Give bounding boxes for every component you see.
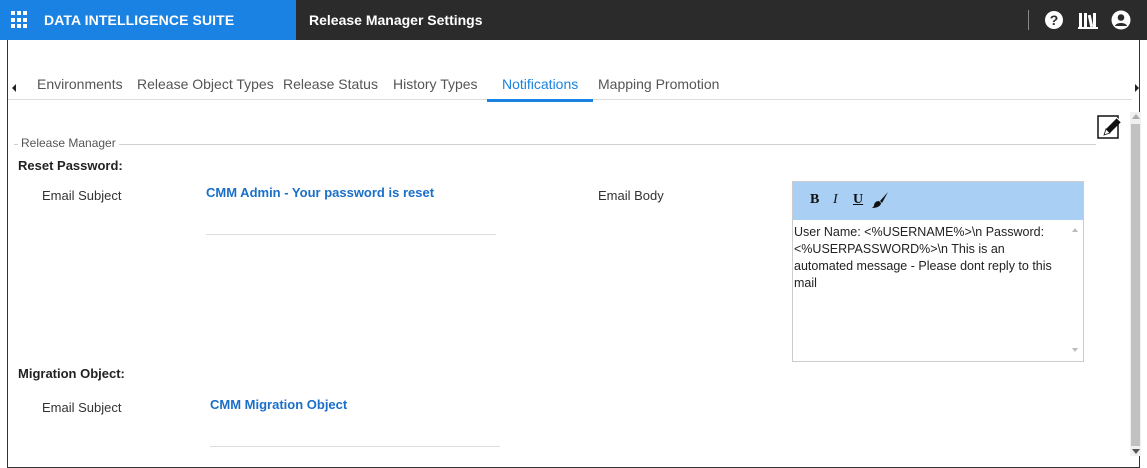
group-divider: [14, 144, 1096, 145]
editor-scroll-up-icon[interactable]: [1072, 228, 1078, 232]
tab-environments[interactable]: Environments: [37, 76, 123, 92]
tab-release-status[interactable]: Release Status: [283, 76, 378, 92]
tab-scroll-right-icon[interactable]: [1135, 84, 1139, 92]
tab-scroll-left-icon[interactable]: [12, 84, 16, 92]
help-icon[interactable]: ?: [1045, 11, 1063, 29]
email-body-editor[interactable]: B I U User Name: <%USERNAME%>\n Password…: [792, 181, 1084, 362]
header-divider: [1028, 10, 1029, 30]
page-title: Release Manager Settings: [309, 12, 483, 28]
editor-toolbar: B I U: [793, 182, 1083, 220]
reset-email-subject-value[interactable]: CMM Admin - Your password is reset: [206, 185, 434, 200]
scrollbar-thumb[interactable]: [1131, 124, 1140, 446]
reset-email-subject-label: Email Subject: [42, 188, 122, 203]
user-icon[interactable]: [1111, 10, 1131, 30]
editor-scroll-down-icon[interactable]: [1072, 348, 1078, 352]
apps-grid-icon[interactable]: [11, 11, 29, 29]
email-body-label: Email Body: [598, 188, 664, 203]
brand-area: DATA INTELLIGENCE SUITE: [0, 0, 296, 40]
migration-email-subject-label: Email Subject: [42, 400, 122, 415]
scroll-up-icon[interactable]: [1132, 114, 1140, 119]
scroll-down-icon[interactable]: [1132, 449, 1140, 454]
reset-password-heading: Reset Password:: [18, 158, 123, 173]
clear-format-brush-icon[interactable]: [871, 191, 889, 209]
group-legend: Release Manager: [18, 136, 119, 150]
migration-email-subject-value[interactable]: CMM Migration Object: [210, 397, 347, 412]
tab-release-object-types[interactable]: Release Object Types: [137, 76, 274, 92]
email-body-text[interactable]: User Name: <%USERNAME%>\n Password: <%US…: [793, 220, 1071, 292]
italic-button[interactable]: I: [833, 192, 838, 208]
edit-pencil-icon[interactable]: [1097, 114, 1123, 140]
reset-email-subject-underline: [206, 234, 496, 235]
brand-title[interactable]: DATA INTELLIGENCE SUITE: [44, 12, 234, 28]
migration-email-subject-underline: [210, 446, 500, 447]
underline-button[interactable]: U: [853, 192, 863, 208]
tab-history-types[interactable]: History Types: [393, 76, 478, 92]
tab-notifications[interactable]: Notifications: [502, 76, 578, 92]
migration-object-heading: Migration Object:: [18, 366, 125, 381]
bold-button[interactable]: B: [810, 192, 819, 208]
library-icon[interactable]: [1078, 10, 1098, 30]
tab-mapping-promotion[interactable]: Mapping Promotion: [598, 76, 719, 92]
active-tab-indicator: [487, 99, 593, 102]
